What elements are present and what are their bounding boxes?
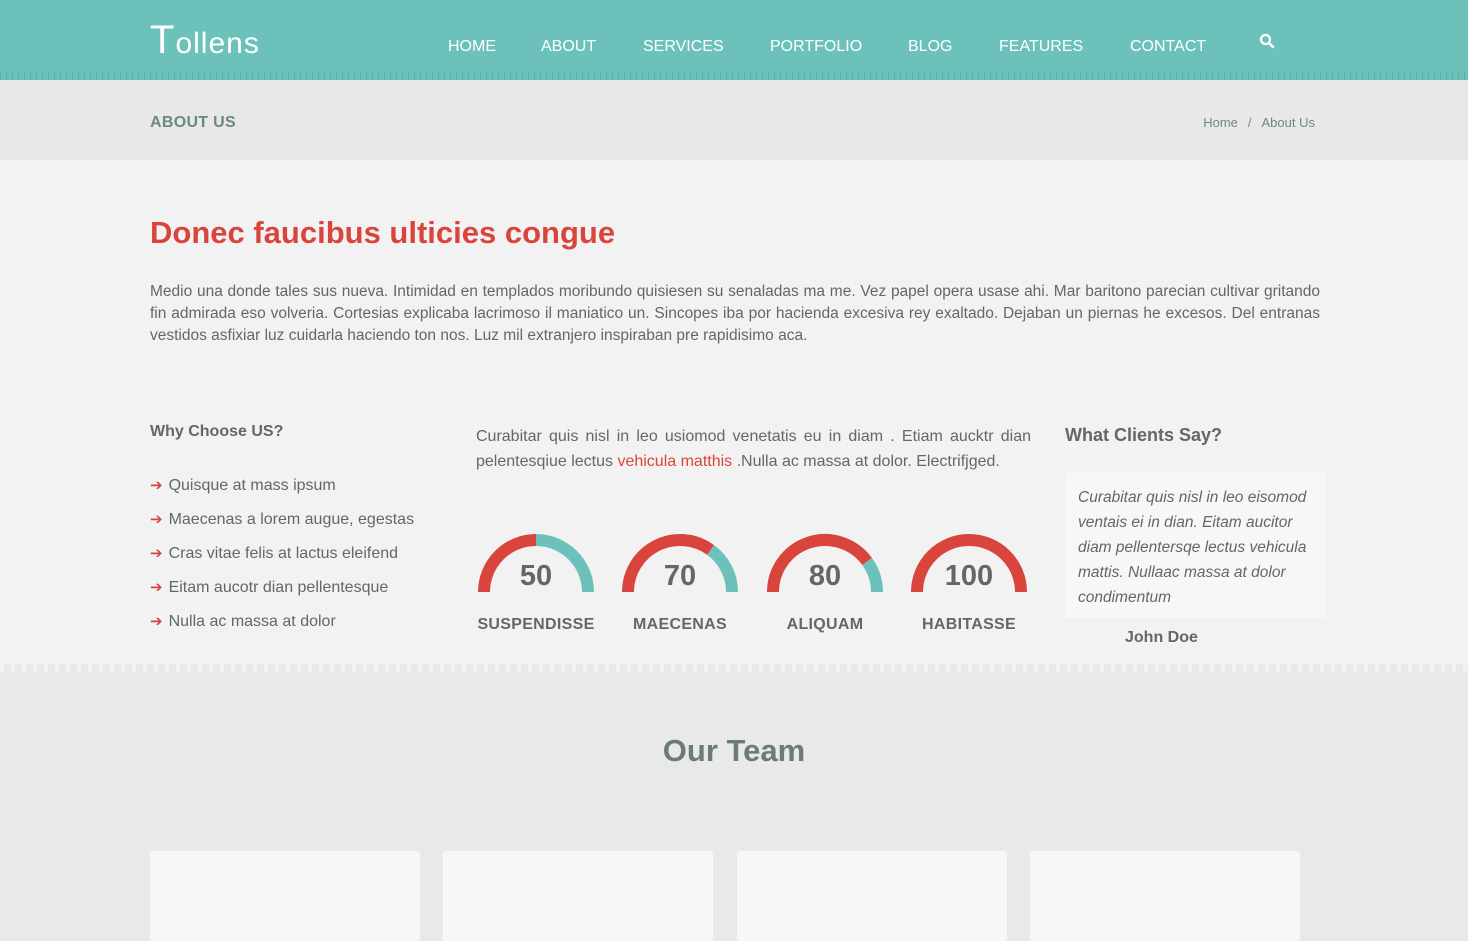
nav-blog[interactable]: BLOG (908, 38, 952, 56)
page-title: ABOUT US (150, 114, 236, 131)
arrow-right-icon: ➔ (150, 511, 163, 528)
list-item: ➔ Nulla ac massa at dolor (150, 613, 414, 647)
gauge-label: ALIQUAM (786, 616, 864, 633)
breadcrumb: Home / About Us (1203, 115, 1315, 130)
page-title-bar: ABOUT US Home / About Us (0, 80, 1468, 160)
list-item-label: Cras vitae felis at lactus eleifend (168, 545, 399, 562)
team-card (150, 851, 420, 941)
arrow-right-icon: ➔ (150, 579, 163, 596)
header-fringe (0, 73, 1468, 80)
team-card (1030, 851, 1300, 941)
breadcrumb-current: About Us (1261, 115, 1315, 130)
list-item-label: Maecenas a lorem augue, egestas (168, 511, 415, 528)
logo-text: ollens (175, 27, 260, 60)
intro-paragraph: Medio una donde tales sus nueva. Intimid… (150, 283, 1320, 344)
gauge-value: 50 (519, 560, 553, 592)
gauge-value: 80 (808, 560, 842, 592)
headline: Donec faucibus ulticies congue (150, 215, 616, 250)
logo-initial: T (150, 18, 176, 62)
nav-contact[interactable]: CONTACT (1130, 38, 1206, 56)
list-item: ➔ Eitam aucotr dian pellentesque (150, 579, 414, 613)
arrow-right-icon: ➔ (150, 477, 163, 494)
list-item: ➔ Quisque at mass ipsum (150, 477, 414, 511)
list-item: ➔ Maecenas a lorem augue, egestas (150, 511, 414, 545)
nav-portfolio[interactable]: PORTFOLIO (770, 38, 862, 56)
gauge-value: 70 (663, 560, 697, 592)
team-card (737, 851, 1007, 941)
nav-home[interactable]: HOME (448, 38, 496, 56)
team-title: Our Team (662, 733, 806, 768)
vehicula-link[interactable]: vehicula matthis (617, 453, 732, 470)
list-item: ➔ Cras vitae felis at lactus eleifend (150, 545, 414, 579)
list-item-label: Eitam aucotr dian pellentesque (168, 579, 389, 596)
arrow-right-icon: ➔ (150, 545, 163, 562)
list-item-label: Nulla ac massa at dolor (168, 613, 336, 630)
why-choose-title: Why Choose US? (150, 423, 284, 440)
gauge-habitasse: 100 HABITASSE (899, 532, 1039, 652)
nav-services[interactable]: SERVICES (643, 38, 724, 56)
search-icon[interactable] (1259, 33, 1275, 49)
nav-about[interactable]: ABOUT (541, 38, 596, 56)
nav-features[interactable]: FEATURES (999, 38, 1083, 56)
about-section: Donec faucibus ulticies congue Medio una… (0, 160, 1468, 665)
skills-description: Curabitar quis nisl in leo usiomod venet… (476, 424, 1031, 474)
testimonial-text: Curabitar quis nisl in leo eisomod venta… (1078, 489, 1307, 606)
section-divider (0, 664, 1468, 682)
logo[interactable]: Tollens (150, 18, 260, 63)
gauge-label: HABITASSE (922, 616, 1016, 633)
clients-title: What Clients Say? (1065, 425, 1223, 445)
gauge-label: SUSPENDISSE (477, 616, 595, 633)
breadcrumb-home[interactable]: Home (1203, 115, 1238, 130)
gauge-maecenas: 70 MAECENAS (610, 532, 750, 652)
gauge-label: MAECENAS (633, 616, 727, 633)
gauge-value: 100 (944, 560, 994, 592)
site-header: Tollens HOME ABOUT SERVICES PORTFOLIO BL… (0, 0, 1468, 80)
skills-text-end: .Nulla ac massa at dolor. Electrifjged. (732, 453, 1000, 470)
gauge-suspendisse: 50 SUSPENDISSE (466, 532, 606, 652)
testimonial-box: Curabitar quis nisl in leo eisomod venta… (1065, 473, 1325, 618)
why-choose-list: ➔ Quisque at mass ipsum ➔ Maecenas a lorem… (150, 477, 414, 647)
team-card (443, 851, 713, 941)
breadcrumb-separator: / (1247, 115, 1252, 130)
gauge-aliquam: 80 ALIQUAM (755, 532, 895, 652)
list-item-label: Quisque at mass ipsum (168, 477, 336, 494)
testimonial-author: John Doe (1125, 629, 1198, 646)
arrow-right-icon: ➔ (150, 613, 163, 630)
